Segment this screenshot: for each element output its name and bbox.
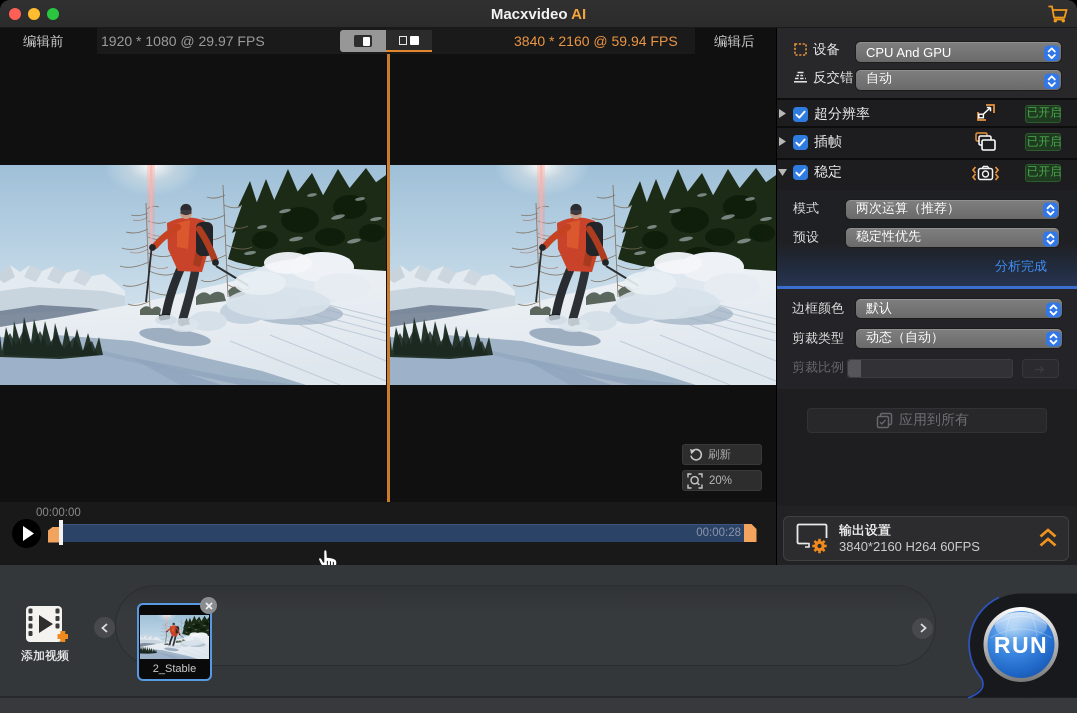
svg-text:RUN: RUN: [994, 632, 1048, 658]
